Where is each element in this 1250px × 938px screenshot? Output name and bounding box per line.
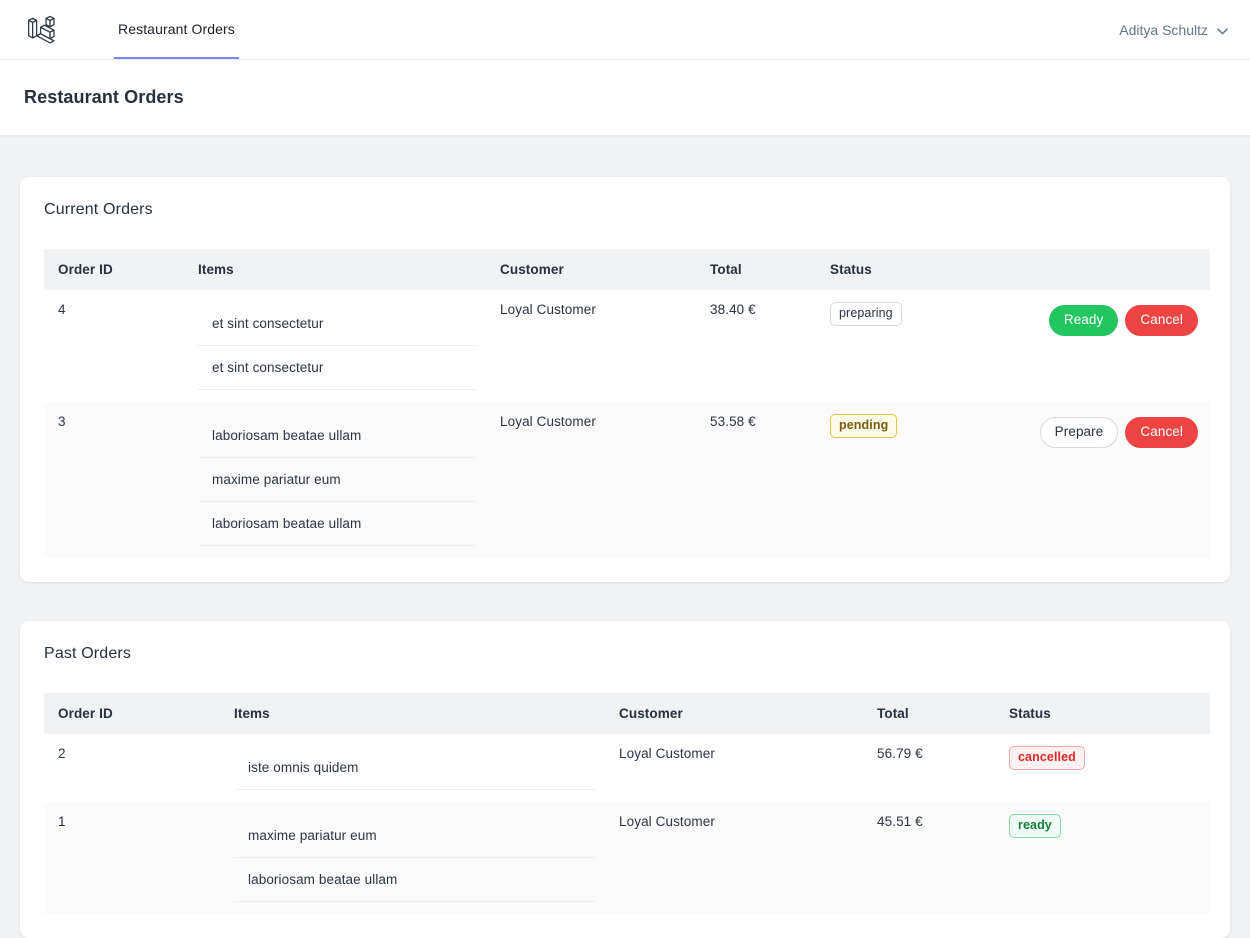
- order-item-row: laboriosam beatae ullam: [198, 414, 476, 458]
- order-item-name: maxime pariatur eum: [198, 457, 476, 502]
- cell-items: laboriosam beatae ullam maxime pariatur e…: [186, 402, 488, 558]
- col-header-total: Total: [865, 693, 997, 734]
- top-navbar: Restaurant Orders Aditya Schultz: [0, 0, 1250, 60]
- order-item-name: et sint consectetur: [198, 345, 476, 390]
- cell-total: 53.58 €: [710, 414, 756, 429]
- order-item-row: et sint consectetur: [198, 345, 476, 390]
- order-items-list: iste omnis quidem: [234, 746, 595, 790]
- cell-order-id: 3: [58, 414, 66, 429]
- current-orders-title: Current Orders: [44, 201, 153, 218]
- col-header-customer: Customer: [607, 693, 865, 734]
- page-title: Restaurant Orders: [24, 87, 184, 107]
- order-items-list: laboriosam beatae ullam maxime pariatur e…: [198, 414, 476, 546]
- status-badge: cancelled: [1009, 746, 1085, 770]
- order-item-name: laboriosam beatae ullam: [198, 501, 476, 546]
- col-header-actions: [958, 249, 1210, 290]
- cell-status: pending: [818, 402, 958, 558]
- nav-link-restaurant-orders[interactable]: Restaurant Orders: [114, 0, 239, 59]
- cell-customer: Loyal Customer: [500, 414, 596, 429]
- current-orders-body: 4 et sint consectetur et sint consectetur L…: [44, 290, 1210, 558]
- order-item-row: laboriosam beatae ullam: [234, 857, 595, 902]
- order-item-name: maxime pariatur eum: [234, 814, 595, 858]
- current-orders-table: Order ID Items Customer Total Status 4 et…: [44, 249, 1210, 558]
- cell-total: 56.79 €: [877, 746, 923, 761]
- order-items-list: maxime pariatur eum laboriosam beatae ull…: [234, 814, 595, 902]
- order-item-name: et sint consectetur: [198, 302, 476, 346]
- cell-customer: Loyal Customer: [619, 814, 715, 829]
- table-header-row: Order ID Items Customer Total Status: [44, 249, 1210, 290]
- col-header-items: Items: [222, 693, 607, 734]
- order-item-row: maxime pariatur eum: [234, 814, 595, 858]
- cell-items: maxime pariatur eum laboriosam beatae ull…: [222, 802, 607, 914]
- cell-order-id: 2: [58, 746, 66, 761]
- col-header-order-id: Order ID: [44, 693, 222, 734]
- table-header-row: Order ID Items Customer Total Status: [44, 693, 1210, 734]
- past-orders-body: 2 iste omnis quidem Loyal Customer 56.79 € c…: [44, 734, 1210, 914]
- cancel-button[interactable]: Cancel: [1125, 305, 1198, 336]
- status-badge: ready: [1009, 814, 1061, 838]
- past-orders-card: Past Orders Order ID Items Customer Tota…: [20, 621, 1230, 938]
- cell-status: cancelled: [997, 734, 1210, 802]
- cell-items: iste omnis quidem: [222, 734, 607, 802]
- chevron-down-icon: [1217, 22, 1228, 38]
- status-badge: pending: [830, 414, 898, 438]
- page-header: Restaurant Orders: [0, 60, 1250, 136]
- table-row: 1 maxime pariatur eum laboriosam beatae ul…: [44, 802, 1210, 914]
- user-name: Aditya Schultz: [1119, 21, 1208, 38]
- user-menu-button[interactable]: Aditya Schultz: [1117, 16, 1230, 44]
- order-item-row: maxime pariatur eum: [198, 457, 476, 502]
- table-row: 3 laboriosam beatae ullam maxime pariatur …: [44, 402, 1210, 558]
- prepare-button[interactable]: Prepare: [1039, 417, 1119, 448]
- cell-customer: Loyal Customer: [619, 746, 715, 761]
- col-header-order-id: Order ID: [44, 249, 186, 290]
- order-item-name: iste omnis quidem: [234, 746, 595, 790]
- current-orders-card: Current Orders Order ID Items Customer T…: [20, 177, 1230, 582]
- col-header-total: Total: [698, 249, 818, 290]
- cell-actions: Prepare Cancel: [958, 402, 1210, 558]
- ready-button[interactable]: Ready: [1048, 305, 1119, 336]
- cell-status: ready: [997, 802, 1210, 914]
- cell-order-id: 1: [58, 814, 66, 829]
- status-badge: preparing: [830, 302, 902, 326]
- navbar-left: Restaurant Orders: [20, 0, 239, 59]
- cell-total: 45.51 €: [877, 814, 923, 829]
- current-orders-head: Order ID Items Customer Total Status: [44, 249, 1210, 290]
- row-actions: Prepare Cancel: [970, 414, 1198, 448]
- table-row: 4 et sint consectetur et sint consectetur L…: [44, 290, 1210, 402]
- col-header-status: Status: [818, 249, 958, 290]
- order-item-row: iste omnis quidem: [234, 746, 595, 790]
- cell-actions: Ready Cancel: [958, 290, 1210, 402]
- order-item-row: et sint consectetur: [198, 302, 476, 346]
- page-content: Current Orders Order ID Items Customer T…: [0, 136, 1250, 938]
- cell-order-id: 4: [58, 302, 66, 317]
- cancel-button[interactable]: Cancel: [1125, 417, 1198, 448]
- order-item-row: laboriosam beatae ullam: [198, 501, 476, 546]
- past-orders-title: Past Orders: [44, 645, 132, 662]
- order-item-name: laboriosam beatae ullam: [198, 414, 476, 458]
- row-actions: Ready Cancel: [970, 302, 1198, 336]
- cell-items: et sint consectetur et sint consectetur: [186, 290, 488, 402]
- cell-total: 38.40 €: [710, 302, 756, 317]
- col-header-items: Items: [186, 249, 488, 290]
- past-orders-head: Order ID Items Customer Total Status: [44, 693, 1210, 734]
- table-row: 2 iste omnis quidem Loyal Customer 56.79 € c…: [44, 734, 1210, 802]
- navbar-links: Restaurant Orders: [114, 0, 239, 59]
- col-header-status: Status: [997, 693, 1210, 734]
- col-header-customer: Customer: [488, 249, 698, 290]
- cell-customer: Loyal Customer: [500, 302, 596, 317]
- order-item-name: laboriosam beatae ullam: [234, 857, 595, 902]
- order-items-list: et sint consectetur et sint consectetur: [198, 302, 476, 390]
- cell-status: preparing: [818, 290, 958, 402]
- navbar-right: Aditya Schultz: [1117, 0, 1230, 59]
- past-orders-table: Order ID Items Customer Total Status 2 is…: [44, 693, 1210, 914]
- laravel-logo-icon[interactable]: [20, 0, 78, 59]
